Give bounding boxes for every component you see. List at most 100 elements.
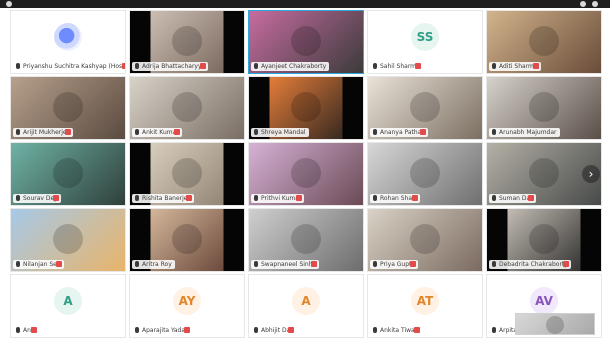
participant-name-label: Priya Gupta bbox=[370, 260, 419, 269]
mic-icon bbox=[492, 261, 496, 267]
mic-icon bbox=[16, 261, 20, 267]
participant-tile[interactable]: Aritra Roy bbox=[129, 208, 245, 272]
muted-icon bbox=[562, 261, 569, 267]
muted-icon bbox=[65, 129, 72, 135]
participant-name: Arijit Mukherjee bbox=[23, 129, 71, 136]
participant-tile[interactable]: Priyanshu Suchitra Kashyap (Host) bbox=[10, 10, 126, 74]
participant-avatar: A bbox=[292, 287, 320, 316]
mic-icon bbox=[254, 327, 258, 333]
mic-icon bbox=[492, 195, 496, 201]
muted-icon bbox=[413, 327, 420, 333]
muted-icon bbox=[419, 129, 426, 135]
mic-icon bbox=[135, 129, 139, 135]
muted-icon bbox=[288, 327, 295, 333]
participant-tile[interactable]: Aditi Sharma bbox=[486, 10, 602, 74]
mic-icon bbox=[135, 63, 139, 69]
window-topbar bbox=[0, 0, 610, 8]
participant-name-label: Swapnaneel Sinha bbox=[251, 260, 320, 269]
mic-icon bbox=[16, 63, 20, 69]
mic-icon bbox=[373, 195, 377, 201]
participant-name: Debadrita Chakraborty bbox=[499, 261, 568, 268]
next-page-arrow-icon[interactable]: › bbox=[582, 165, 600, 183]
participant-name-label: Arunabh Majumdar bbox=[489, 128, 560, 137]
participant-name: Arunabh Majumdar bbox=[499, 129, 557, 136]
muted-icon bbox=[532, 63, 539, 69]
muted-icon bbox=[186, 195, 193, 201]
muted-icon bbox=[183, 327, 190, 333]
participant-name-label: Suman Das bbox=[489, 194, 537, 203]
participant-name-label: Ananya Pathak bbox=[370, 128, 428, 137]
muted-icon bbox=[411, 195, 418, 201]
participant-tile[interactable]: Priya Gupta bbox=[367, 208, 483, 272]
participant-tile[interactable]: Ankit Kumar bbox=[129, 76, 245, 140]
participant-name-label: Ankit Kumar bbox=[132, 128, 182, 137]
mic-icon bbox=[373, 261, 377, 267]
participant-name-label: Sahil Sharma bbox=[370, 62, 423, 71]
participant-tile[interactable]: Arijit Mukherjee bbox=[10, 76, 126, 140]
participant-avatar: AY bbox=[173, 287, 201, 316]
participant-tile[interactable]: Suman Das › bbox=[486, 142, 602, 206]
participant-tile[interactable]: AVArpita Verma bbox=[486, 274, 602, 338]
participant-tile[interactable]: Shreya Mandal bbox=[248, 76, 364, 140]
mic-icon bbox=[135, 261, 139, 267]
mic-icon bbox=[373, 327, 377, 333]
participant-name: Sahil Sharma bbox=[380, 63, 420, 70]
participant-tile[interactable]: Debadrita Chakraborty bbox=[486, 208, 602, 272]
window-control-dot[interactable] bbox=[580, 1, 586, 7]
mic-icon bbox=[492, 327, 496, 333]
muted-icon bbox=[31, 327, 38, 333]
participant-tile[interactable]: Prithvi Kumar bbox=[248, 142, 364, 206]
participant-name-label: Anik bbox=[13, 326, 40, 335]
participant-name-label: Rishita Banerjee bbox=[132, 194, 195, 203]
muted-icon bbox=[528, 195, 535, 201]
self-view-thumbnail[interactable] bbox=[515, 313, 595, 335]
participant-name-label: Aritra Roy bbox=[132, 260, 175, 269]
mic-icon bbox=[492, 129, 496, 135]
participant-tile[interactable]: Ananya Pathak bbox=[367, 76, 483, 140]
participant-tile[interactable]: Ayanjeet Chakraborty bbox=[248, 10, 364, 74]
participant-tile[interactable]: Sourav Dey bbox=[10, 142, 126, 206]
muted-icon bbox=[55, 261, 62, 267]
participant-name: Ayanjeet Chakraborty bbox=[261, 63, 327, 70]
participant-name-label: Adrija Bhattacharyya bbox=[132, 62, 209, 71]
participant-name: Priyanshu Suchitra Kashyap (Host) bbox=[23, 63, 126, 70]
participant-avatar: A bbox=[54, 287, 82, 316]
mic-icon bbox=[254, 129, 258, 135]
participant-tile[interactable]: SS Sahil Sharma bbox=[367, 10, 483, 74]
participant-name: Swapnaneel Sinha bbox=[261, 261, 317, 268]
participant-name-label: Shreya Mandal bbox=[251, 128, 309, 137]
mic-icon bbox=[135, 327, 139, 333]
participant-avatar: AV bbox=[530, 287, 558, 316]
participant-tile[interactable]: AT Ankita Tiwari bbox=[367, 274, 483, 338]
participant-name-label: Rohan Shaw bbox=[370, 194, 420, 203]
participant-name-label: Ankita Tiwari bbox=[370, 326, 422, 335]
mic-icon bbox=[373, 63, 377, 69]
participant-tile[interactable]: A Anik bbox=[10, 274, 126, 338]
muted-icon bbox=[200, 63, 207, 69]
participant-name: Aritra Roy bbox=[142, 261, 172, 268]
participant-tile[interactable]: Rohan Shaw bbox=[367, 142, 483, 206]
participant-name-label: Sourav Dey bbox=[13, 194, 61, 203]
muted-icon bbox=[414, 63, 421, 69]
participant-name-label: Priyanshu Suchitra Kashyap (Host) bbox=[13, 62, 126, 71]
muted-icon bbox=[173, 129, 180, 135]
participant-tile[interactable]: Swapnaneel Sinha bbox=[248, 208, 364, 272]
participant-tile[interactable]: A Abhijit Das bbox=[248, 274, 364, 338]
mic-icon bbox=[16, 195, 20, 201]
muted-icon bbox=[311, 261, 318, 267]
participant-tile[interactable]: Arunabh Majumdar bbox=[486, 76, 602, 140]
participant-tile[interactable]: Nilanjan Sen bbox=[10, 208, 126, 272]
participant-avatar: SS bbox=[411, 23, 439, 52]
participant-name: Shreya Mandal bbox=[261, 129, 306, 136]
participant-name: Rishita Banerjee bbox=[142, 195, 192, 202]
participant-tile[interactable]: Rishita Banerjee bbox=[129, 142, 245, 206]
participant-name-label: Debadrita Chakraborty bbox=[489, 260, 571, 269]
muted-icon bbox=[410, 261, 417, 267]
participant-tile[interactable]: AY Aparajita Yadav bbox=[129, 274, 245, 338]
participant-name-label: Abhijit Das bbox=[251, 326, 297, 335]
window-control-dot[interactable] bbox=[592, 1, 598, 7]
participant-tile[interactable]: Adrija Bhattacharyya bbox=[129, 10, 245, 74]
participant-name: Ananya Pathak bbox=[380, 129, 425, 136]
window-control-dot[interactable] bbox=[6, 1, 12, 7]
muted-icon bbox=[52, 195, 59, 201]
